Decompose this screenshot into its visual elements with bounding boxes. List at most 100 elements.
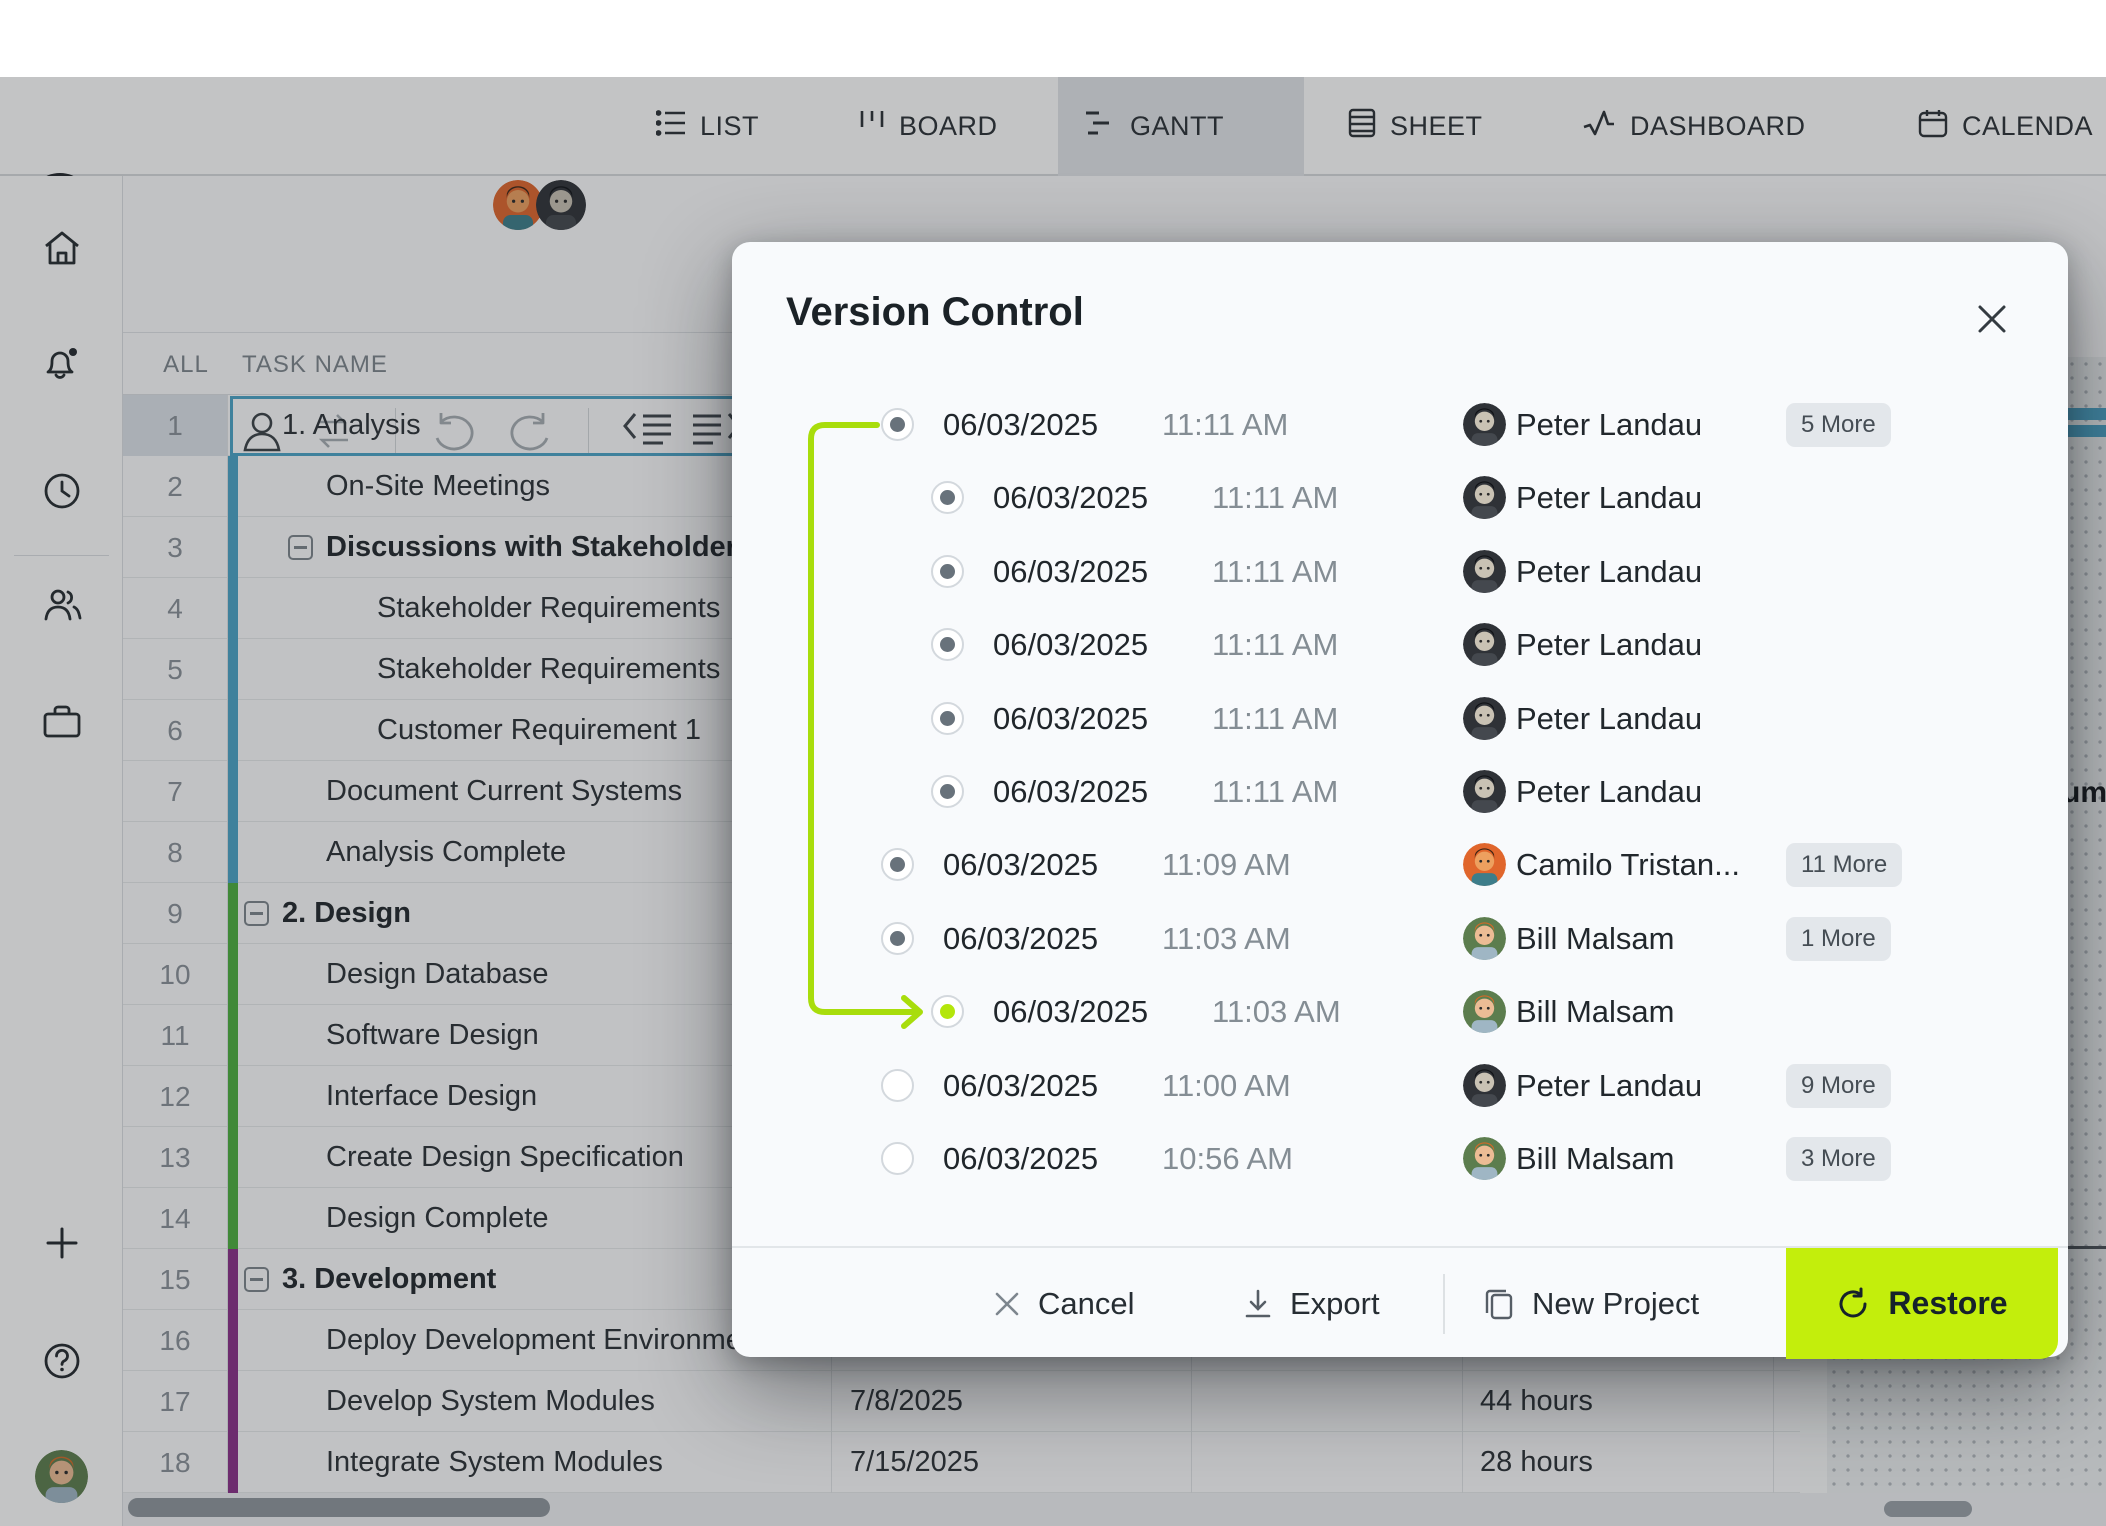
version-radio[interactable] <box>881 1069 914 1102</box>
copy-icon <box>1484 1288 1514 1320</box>
version-user-name: Bill Malsam <box>1516 921 1674 957</box>
version-date: 06/03/2025 <box>993 554 1148 590</box>
version-date: 06/03/2025 <box>943 1141 1098 1177</box>
version-avatar-bill <box>1463 990 1506 1033</box>
version-radio[interactable] <box>931 481 964 514</box>
modal-title: Version Control <box>786 290 1084 335</box>
version-date: 06/03/2025 <box>943 1068 1098 1104</box>
export-button[interactable]: Export <box>1244 1248 1380 1359</box>
version-date: 06/03/2025 <box>943 921 1098 957</box>
version-avatar-bill <box>1463 1137 1506 1180</box>
version-row[interactable]: 06/03/2025 11:09 AM Camilo Tristan... 11 M… <box>732 833 2068 897</box>
version-row[interactable]: 06/03/2025 11:11 AM Peter Landau <box>732 540 2068 604</box>
version-row[interactable]: 06/03/2025 11:03 AM Bill Malsam <box>732 980 2068 1044</box>
avatar <box>1463 550 1506 593</box>
export-label: Export <box>1290 1286 1380 1322</box>
version-row[interactable]: 06/03/2025 10:56 AM Bill Malsam 3 More <box>732 1127 2068 1191</box>
version-time: 11:11 AM <box>1162 407 1288 443</box>
version-radio[interactable] <box>881 848 914 881</box>
version-date: 06/03/2025 <box>993 994 1148 1030</box>
avatar <box>1463 843 1506 886</box>
more-versions-badge[interactable]: 9 More <box>1786 1064 1891 1108</box>
cancel-button[interactable]: Cancel <box>994 1248 1135 1359</box>
version-row[interactable]: 06/03/2025 11:11 AM Peter Landau 5 More <box>732 393 2068 457</box>
version-date: 06/03/2025 <box>993 774 1148 810</box>
version-user-name: Peter Landau <box>1516 407 1702 443</box>
version-time: 10:56 AM <box>1162 1141 1293 1177</box>
restore-button[interactable]: Restore <box>1786 1248 2058 1359</box>
version-user-name: Peter Landau <box>1516 774 1702 810</box>
cancel-label: Cancel <box>1038 1286 1135 1322</box>
version-date: 06/03/2025 <box>993 701 1148 737</box>
version-user-name: Peter Landau <box>1516 701 1702 737</box>
version-user-name: Camilo Tristan... <box>1516 847 1740 883</box>
version-user-name: Peter Landau <box>1516 554 1702 590</box>
version-radio[interactable] <box>931 555 964 588</box>
avatar <box>1463 1064 1506 1107</box>
version-avatar-peter <box>1463 1064 1506 1107</box>
version-avatar-bill <box>1463 917 1506 960</box>
version-radio[interactable] <box>881 922 914 955</box>
version-time: 11:09 AM <box>1162 847 1291 883</box>
version-time: 11:03 AM <box>1162 921 1291 957</box>
download-icon <box>1244 1289 1272 1319</box>
version-avatar-peter <box>1463 623 1506 666</box>
version-control-modal: Version Control 06/03/2025 11:11 AM Peter… <box>732 242 2068 1357</box>
version-time: 11:11 AM <box>1212 627 1338 663</box>
avatar <box>1463 697 1506 740</box>
footer-divider <box>1443 1274 1445 1334</box>
version-avatar-peter <box>1463 403 1506 446</box>
avatar <box>1463 403 1506 446</box>
avatar <box>1463 1137 1506 1180</box>
version-radio[interactable] <box>881 1142 914 1175</box>
avatar <box>1463 770 1506 813</box>
version-row[interactable]: 06/03/2025 11:11 AM Peter Landau <box>732 613 2068 677</box>
version-time: 11:11 AM <box>1212 554 1338 590</box>
restore-label: Restore <box>1888 1285 2007 1322</box>
version-row[interactable]: 06/03/2025 11:00 AM Peter Landau 9 More <box>732 1054 2068 1118</box>
version-time: 11:11 AM <box>1212 774 1338 810</box>
version-time: 11:11 AM <box>1212 701 1338 737</box>
version-row[interactable]: 06/03/2025 11:11 AM Peter Landau <box>732 760 2068 824</box>
avatar <box>1463 917 1506 960</box>
avatar <box>1463 623 1506 666</box>
version-avatar-peter <box>1463 697 1506 740</box>
more-versions-badge[interactable]: 5 More <box>1786 403 1891 447</box>
version-radio[interactable] <box>931 628 964 661</box>
version-user-name: Peter Landau <box>1516 480 1702 516</box>
version-date: 06/03/2025 <box>993 480 1148 516</box>
new-project-label: New Project <box>1532 1286 1699 1322</box>
version-user-name: Bill Malsam <box>1516 1141 1674 1177</box>
version-avatar-peter <box>1463 770 1506 813</box>
version-radio[interactable] <box>931 702 964 735</box>
version-time: 11:00 AM <box>1162 1068 1291 1104</box>
version-avatar-peter <box>1463 476 1506 519</box>
more-versions-badge[interactable]: 1 More <box>1786 917 1891 961</box>
cancel-x-icon <box>994 1291 1020 1317</box>
restore-refresh-icon <box>1836 1287 1870 1321</box>
avatar <box>1463 476 1506 519</box>
version-radio[interactable] <box>931 995 964 1028</box>
version-time: 11:03 AM <box>1212 994 1341 1030</box>
version-user-name: Bill Malsam <box>1516 994 1674 1030</box>
more-versions-badge[interactable]: 11 More <box>1786 843 1902 887</box>
version-row[interactable]: 06/03/2025 11:11 AM Peter Landau <box>732 466 2068 530</box>
version-time: 11:11 AM <box>1212 480 1338 516</box>
modal-footer: Cancel Export New Project Restore <box>732 1246 2068 1357</box>
app-screen: PM Hardwa... LISTBOARDGANTTSHEETDASHBOAR… <box>0 0 2106 1526</box>
version-avatar-camilo <box>1463 843 1506 886</box>
version-avatar-peter <box>1463 550 1506 593</box>
version-row[interactable]: 06/03/2025 11:03 AM Bill Malsam 1 More <box>732 907 2068 971</box>
version-date: 06/03/2025 <box>993 627 1148 663</box>
version-row[interactable]: 06/03/2025 11:11 AM Peter Landau <box>732 687 2068 751</box>
close-icon[interactable] <box>1970 297 2014 341</box>
version-radio[interactable] <box>881 408 914 441</box>
version-date: 06/03/2025 <box>943 407 1098 443</box>
version-radio[interactable] <box>931 775 964 808</box>
avatar <box>1463 990 1506 1033</box>
version-user-name: Peter Landau <box>1516 627 1702 663</box>
version-user-name: Peter Landau <box>1516 1068 1702 1104</box>
more-versions-badge[interactable]: 3 More <box>1786 1137 1891 1181</box>
new-project-button[interactable]: New Project <box>1484 1248 1699 1359</box>
version-date: 06/03/2025 <box>943 847 1098 883</box>
